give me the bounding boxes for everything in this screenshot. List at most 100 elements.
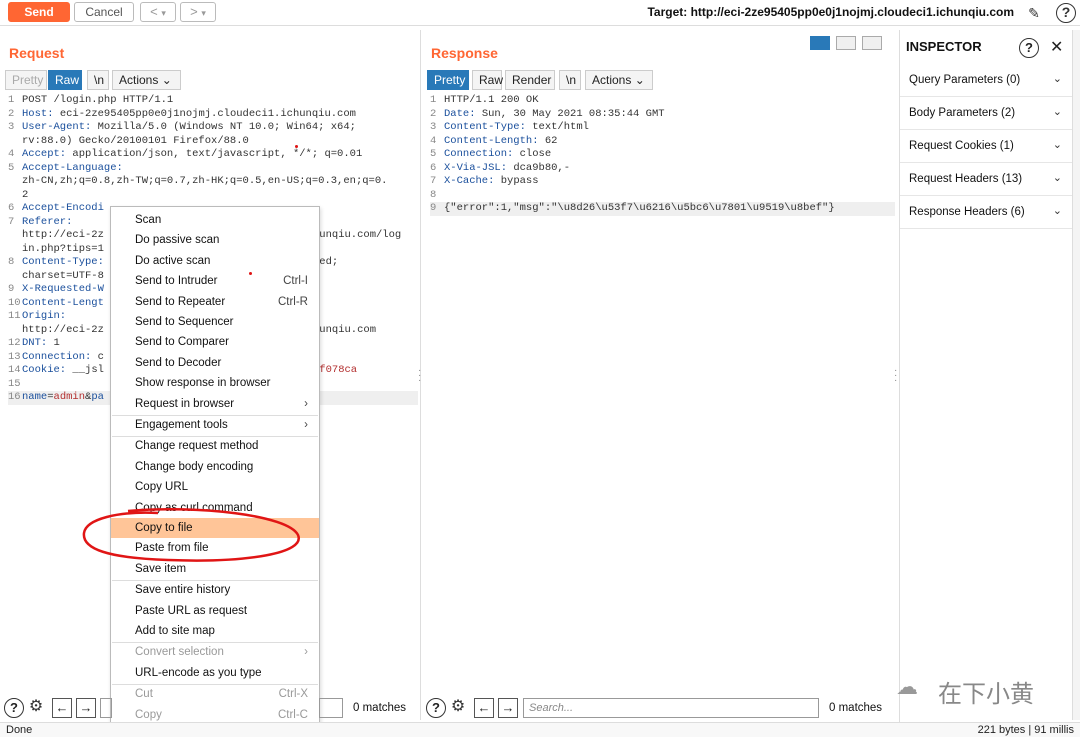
- line-number: 2: [430, 107, 437, 120]
- back-button[interactable]: < ▾: [140, 2, 176, 22]
- tab-raw[interactable]: Raw: [472, 70, 503, 90]
- line-number: 5: [8, 161, 15, 174]
- back-icon: <: [150, 4, 158, 19]
- code-line: 5 Accept-Language:: [8, 162, 418, 176]
- line-number: 6: [430, 161, 437, 174]
- header-value: __jsl: [66, 364, 104, 376]
- menu-item-convert-selection[interactable]: Convert selection ›: [111, 642, 319, 662]
- inspector-section[interactable]: Response Headers (6) ⌄: [900, 196, 1072, 229]
- header-key: Date:: [444, 107, 476, 120]
- tab-pretty[interactable]: Pretty: [427, 70, 469, 90]
- search-input[interactable]: Search...: [523, 698, 819, 718]
- menu-item-save-entire-history[interactable]: Save entire history: [111, 580, 319, 600]
- menu-item-paste-url-as-request[interactable]: Paste URL as request: [111, 601, 319, 621]
- header-value-tail: hunqiu.com/log: [313, 229, 402, 241]
- close-icon[interactable]: ✕: [1050, 37, 1063, 57]
- menu-item-cut[interactable]: Cut Ctrl-X: [111, 684, 319, 704]
- line-number: 7: [8, 215, 15, 228]
- help-icon[interactable]: ?: [1019, 38, 1039, 58]
- line-number: 15: [8, 377, 21, 390]
- tab-pretty[interactable]: Pretty: [5, 70, 47, 90]
- menu-item-add-to-site-map[interactable]: Add to site map: [111, 621, 319, 641]
- search-input[interactable]: [100, 698, 112, 718]
- send-button[interactable]: Send: [8, 2, 70, 22]
- inspector-section[interactable]: Query Parameters (0) ⌄: [900, 64, 1072, 97]
- actions-button[interactable]: Actions ⌄: [112, 70, 181, 90]
- header-key: X-Via-JSL:: [444, 161, 508, 174]
- search-input-end[interactable]: [319, 698, 343, 718]
- chevron-down-icon: ⌄: [1052, 106, 1062, 118]
- menu-item-scan[interactable]: Scan: [111, 210, 319, 230]
- menu-item-send-to-sequencer[interactable]: Send to Sequencer: [111, 312, 319, 332]
- tab-newline[interactable]: \n: [559, 70, 581, 90]
- chevron-down-icon: ⌄: [1052, 205, 1062, 217]
- response-editor[interactable]: 1 HTTP/1.1 200 OK 2 Date: Sun, 30 May 2021 …: [430, 94, 895, 216]
- annotation-dot: [295, 145, 298, 148]
- drag-handle-icon[interactable]: · · ·: [894, 366, 897, 386]
- header-key: Content-Lengt: [22, 296, 104, 309]
- chevron-down-icon: ⌄: [1052, 73, 1062, 85]
- header-key: Origin:: [22, 310, 67, 322]
- menu-item-label: Request in browser: [135, 397, 235, 410]
- menu-item-engagement-tools[interactable]: Engagement tools ›: [111, 415, 319, 435]
- match-count: 0 matches: [829, 702, 883, 714]
- drag-handle-icon[interactable]: · · ·: [418, 366, 421, 386]
- arrow-right-icon[interactable]: →: [498, 698, 518, 718]
- header-key: Cookie:: [22, 364, 67, 376]
- edit-target-icon[interactable]: ✎: [1024, 3, 1044, 23]
- chevron-down-icon: ⌄: [161, 73, 172, 87]
- menu-item-send-to-decoder[interactable]: Send to Decoder: [111, 353, 319, 373]
- menu-item-do-active-scan[interactable]: Do active scan: [111, 251, 319, 271]
- header-value: Sun, 30 May 2021 08:35:44 GMT: [475, 107, 665, 120]
- split-vertical-icon[interactable]: [836, 36, 856, 50]
- arrow-left-icon[interactable]: ←: [52, 698, 72, 718]
- menu-shortcut: Ctrl-X: [278, 688, 308, 701]
- menu-item-do-passive-scan[interactable]: Do passive scan: [111, 230, 319, 250]
- code-line: 7 X-Cache: bypass: [430, 175, 895, 189]
- help-icon[interactable]: ?: [4, 698, 24, 718]
- menu-item-change-body-encoding[interactable]: Change body encoding: [111, 457, 319, 477]
- chevron-down-icon: ▾: [161, 8, 166, 18]
- inspector-section-label: Response Headers (6): [909, 206, 1025, 218]
- header-value: zh-CN,zh;q=0.8,zh-TW;q=0.7,zh-HK;q=0.5,e…: [22, 175, 388, 187]
- annotation-dot: [249, 272, 252, 275]
- inspector-section-label: Query Parameters (0): [909, 74, 1021, 86]
- inspector-section[interactable]: Request Headers (13) ⌄: [900, 163, 1072, 196]
- tab-raw[interactable]: Raw: [48, 70, 82, 90]
- menu-item-label: Send to Repeater: [135, 295, 226, 308]
- menu-item-send-to-comparer[interactable]: Send to Comparer: [111, 332, 319, 352]
- menu-item-label: Do passive scan: [135, 234, 220, 247]
- menu-item-copy-url[interactable]: Copy URL: [111, 477, 319, 497]
- menu-item-send-to-repeater[interactable]: Send to Repeater Ctrl-R: [111, 292, 319, 312]
- actions-button[interactable]: Actions ⌄: [585, 70, 653, 90]
- tab-render[interactable]: Render: [505, 70, 555, 90]
- inspector-section[interactable]: Body Parameters (2) ⌄: [900, 97, 1072, 130]
- menu-item-request-in-browser[interactable]: Request in browser ›: [111, 394, 319, 414]
- menu-item-url-encode-as-you-type[interactable]: URL-encode as you type: [111, 663, 319, 683]
- menu-item-label: Copy URL: [135, 481, 189, 494]
- arrow-left-icon[interactable]: ←: [474, 698, 494, 718]
- code-line: 9 {"error":1,"msg":"\u8d26\u53f7\u6216\u5…: [430, 202, 895, 216]
- menu-item-label: Do active scan: [135, 254, 211, 267]
- header-key: DNT:: [22, 337, 48, 349]
- menu-item-show-response-in-browser[interactable]: Show response in browser: [111, 373, 319, 393]
- help-icon[interactable]: ?: [426, 698, 446, 718]
- gear-icon[interactable]: ⚙: [448, 697, 468, 717]
- inspector-section[interactable]: Request Cookies (1) ⌄: [900, 130, 1072, 163]
- menu-item-send-to-intruder[interactable]: Send to Intruder Ctrl-I: [111, 271, 319, 291]
- arrow-right-icon[interactable]: →: [76, 698, 96, 718]
- forward-button[interactable]: > ▾: [180, 2, 216, 22]
- cancel-button[interactable]: Cancel: [74, 2, 134, 22]
- gear-icon[interactable]: ⚙: [26, 697, 46, 717]
- split-horizontal-icon[interactable]: [810, 36, 830, 50]
- line-number: 4: [430, 134, 437, 147]
- code-line: rv:88.0) Gecko/20100101 Firefox/88.0: [8, 135, 418, 149]
- line-number: 3: [430, 121, 437, 133]
- forward-icon: >: [190, 4, 198, 19]
- code-line: 4 Content-Length: 62: [430, 135, 895, 149]
- header-key: User-Agent:: [22, 121, 92, 133]
- help-icon[interactable]: ?: [1056, 3, 1076, 23]
- tab-newline[interactable]: \n: [87, 70, 109, 90]
- tabs-layout-icon[interactable]: [862, 36, 882, 50]
- menu-item-change-request-method[interactable]: Change request method: [111, 436, 319, 456]
